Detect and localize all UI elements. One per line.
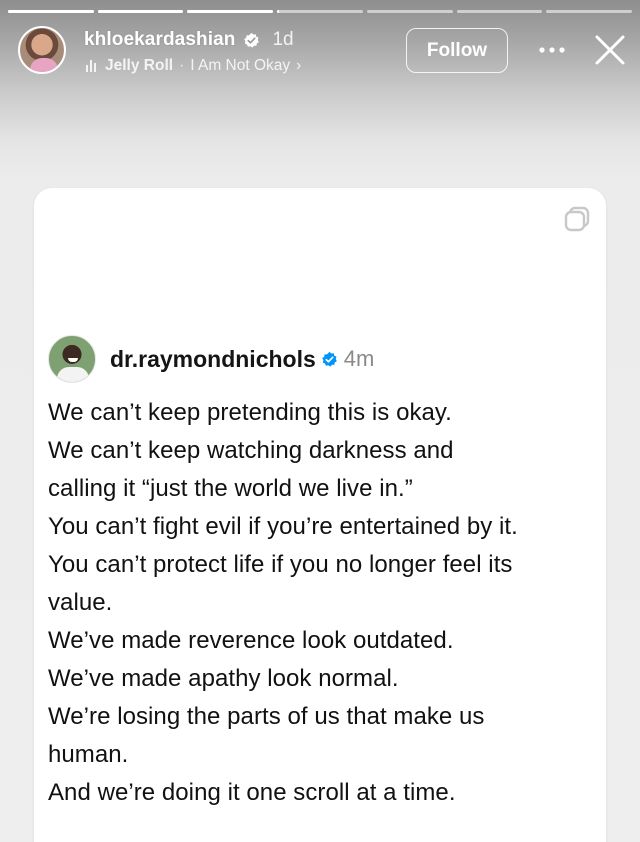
story-progress-segment <box>97 10 184 13</box>
story-time: 1d <box>272 29 294 50</box>
copy-icon[interactable] <box>562 204 592 234</box>
story-author-username[interactable]: khloekardashian <box>84 29 235 51</box>
post-text-line: You can’t fight evil if you’re entertain… <box>48 513 518 540</box>
post-text-line: We can’t keep pretending this is okay. <box>48 399 452 426</box>
post-text-line: human. <box>48 741 129 768</box>
story-header: khloekardashian 1d Jelly Roll · I Am Not… <box>18 26 626 80</box>
story-progress-fill <box>187 10 274 13</box>
follow-button[interactable]: Follow <box>406 28 508 73</box>
story-author-avatar[interactable] <box>18 26 66 74</box>
more-dots-icon[interactable] <box>532 34 572 66</box>
story-progress-bar <box>8 10 633 13</box>
post-text-line: We’ve made reverence look outdated. <box>48 627 454 654</box>
music-separator: · <box>179 57 185 74</box>
story-progress-fill <box>277 10 279 13</box>
story-progress-segment <box>456 10 543 13</box>
music-song: I Am Not Okay <box>190 57 291 74</box>
story-progress-segment <box>187 10 274 13</box>
post-author-avatar[interactable] <box>48 335 96 383</box>
story-progress-fill <box>8 10 94 13</box>
post-text-line: You can’t protect life if you no longer … <box>48 551 513 578</box>
post-header: dr.raymondnichols 4m <box>48 334 374 384</box>
music-attribution[interactable]: Jelly Roll · I Am Not Okay › <box>86 56 301 76</box>
post-body: We can’t keep pretending this is okay. We… <box>48 394 598 812</box>
post-text-line: We can’t keep watching darkness and <box>48 437 454 464</box>
verified-badge-icon <box>244 32 260 48</box>
story-progress-segment <box>546 10 633 13</box>
post-text-line: value. <box>48 589 113 616</box>
post-text-line: calling it “just the world we live in.” <box>48 475 413 502</box>
post-text-line: We’re losing the parts of us that make u… <box>48 703 485 730</box>
story-progress-segment <box>277 10 363 13</box>
close-icon[interactable] <box>592 32 628 68</box>
post-time: 4m <box>343 346 375 371</box>
story-progress-segment <box>366 10 453 13</box>
chevron-right-icon: › <box>296 57 302 74</box>
post-author-username[interactable]: dr.raymondnichols <box>110 346 316 373</box>
music-bars-icon <box>86 60 96 72</box>
music-artist: Jelly Roll <box>105 57 174 74</box>
story-progress-segment <box>8 10 94 13</box>
story-author-line: khloekardashian 1d <box>84 28 294 52</box>
post-text-line: We’ve made apathy look normal. <box>48 665 399 692</box>
story-progress-fill <box>97 10 184 13</box>
shared-post-card[interactable]: dr.raymondnichols 4m We can’t keep prete… <box>34 188 606 842</box>
verified-badge-icon <box>321 351 337 367</box>
post-text-line: And we’re doing it one scroll at a time. <box>48 779 456 806</box>
